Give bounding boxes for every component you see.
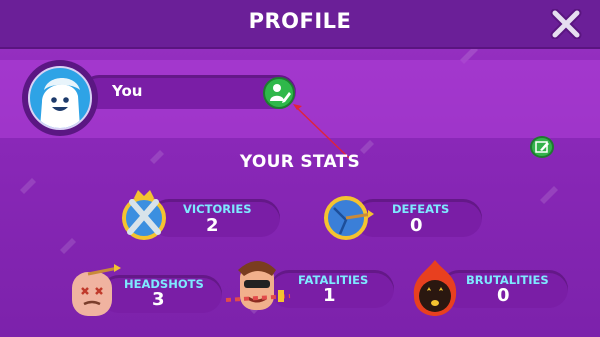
smiling-character-avatar-icon — [40, 78, 80, 128]
close-x-icon — [550, 8, 582, 40]
edit-profile-icon — [270, 84, 291, 103]
defeats-value: 0 — [410, 215, 423, 236]
victories-value: 2 — [206, 215, 219, 236]
arrow-through-head-icon — [64, 260, 122, 324]
player-avatar[interactable] — [28, 66, 92, 130]
flaming-head-icon — [408, 258, 462, 322]
arrow-target-icon — [320, 190, 376, 248]
player-name: You — [112, 82, 143, 100]
fatalities-value: 1 — [323, 285, 336, 306]
edit-name-button[interactable] — [263, 77, 295, 109]
headshots-value: 3 — [152, 289, 165, 310]
defeats-label: DEFEATS — [392, 202, 450, 216]
page-title: PROFILE — [248, 9, 352, 33]
stats-section-title: YOUR STATS — [239, 152, 361, 172]
brutalities-value: 0 — [497, 285, 510, 306]
victories-label: VICTORIES — [183, 202, 252, 216]
close-button[interactable] — [549, 8, 583, 40]
crowned-crossed-swords-icon — [116, 188, 172, 248]
sword-through-head-icon — [224, 256, 296, 320]
